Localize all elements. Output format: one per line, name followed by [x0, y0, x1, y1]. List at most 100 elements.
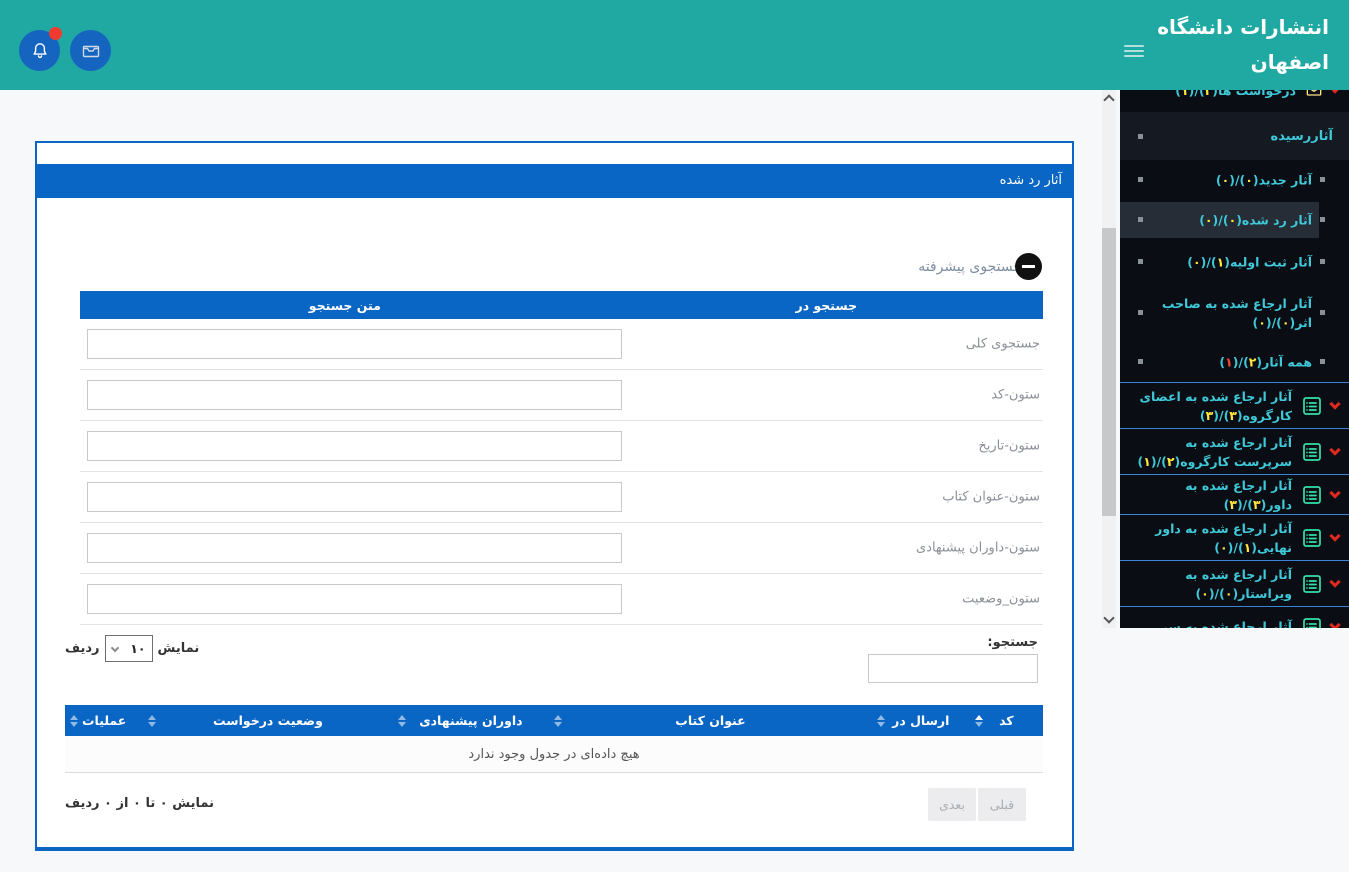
page-size-select[interactable]: ۱۰	[104, 635, 153, 662]
chevron-down-icon	[1329, 529, 1341, 542]
previous-page-button[interactable]: قبلی	[978, 788, 1026, 821]
sidebar-item[interactable]: آثار ارجاع شده به داور نهایی(۱)/(۰)	[1120, 514, 1349, 560]
advanced-search-table-header: جستجو در متن جستجو	[80, 291, 1043, 319]
notifications-button[interactable]	[19, 27, 62, 71]
bullet-icon	[1138, 359, 1143, 364]
next-page-button[interactable]: بعدی	[928, 788, 976, 821]
bullet-icon	[1138, 217, 1143, 222]
sort-up-icon	[554, 714, 563, 720]
pagination-info: نمایش ۰ تا ۰ از ۰ ردیف	[65, 796, 214, 811]
column-header-search-text: متن جستجو	[308, 297, 381, 313]
form-row-label: ستون-عنوان کتاب	[942, 489, 1040, 505]
sort-arrows-icon	[876, 714, 885, 727]
table-column-header[interactable]: عملیات	[65, 705, 143, 736]
item-counts: (۲)/(۱)	[1219, 354, 1263, 370]
table-column-label: وضعیت درخواست	[213, 713, 323, 728]
sidebar-scrollbar[interactable]	[1102, 90, 1116, 628]
item-counts: (۳)/(۳)	[1199, 407, 1243, 423]
item-counts: (۱)/(۰)	[1214, 539, 1258, 555]
sort-down-icon	[974, 721, 983, 727]
quick-search-label: جستجو:	[987, 635, 1038, 650]
bullet-icon	[1320, 310, 1325, 315]
item-counts: (۱)/(۰)	[1187, 254, 1230, 270]
sidebar-item[interactable]: آثار ارجاع شده به صاحب اثر(۰)/(۰)	[1120, 284, 1349, 342]
sidebar-item-label: آثار رد شده(۰)/(۰)	[1199, 212, 1312, 228]
bullet-icon	[1138, 177, 1143, 182]
sort-arrows-icon	[148, 714, 157, 727]
sidebar-item-label: آثار ارجاع شده به صاحب اثر(۰)/(۰)	[1161, 296, 1312, 330]
app-root: انتشارات دانشگاه اصفهان درخواست ها(۲)/(۱…	[0, 0, 1349, 872]
sidebar-item-label: آثار ثبت اولیه(۱)/(۰)	[1187, 254, 1312, 270]
sidebar-item-parent[interactable]: آثاررسیده	[1120, 112, 1349, 160]
item-counts: (۰)/(۰)	[1199, 212, 1242, 228]
sidebar-item-label: آثار ارجاع شده به سرپرست کارگروه(۲)/(۱)	[1137, 434, 1292, 469]
sort-down-icon	[876, 721, 885, 727]
search-field-input[interactable]	[87, 533, 622, 563]
list-icon	[1300, 483, 1324, 507]
rows-label: ردیف	[65, 641, 100, 656]
quick-search-input[interactable]	[868, 654, 1038, 683]
sidebar-item-label: درخواست ها(۲)/(۱)	[1126, 90, 1296, 100]
sidebar-item[interactable]: آثار ارجاع شده به داور(۳)/(۳)	[1120, 474, 1349, 514]
envelope-icon	[1304, 90, 1324, 100]
scroll-up-icon[interactable]	[1103, 94, 1115, 106]
bullet-icon	[1320, 359, 1325, 364]
table-column-label: عملیات	[81, 713, 127, 728]
top-header: انتشارات دانشگاه اصفهان	[0, 0, 1349, 90]
results-table-header: کد ارسال در عنوان کتاب داوران پیشنهادی وضعیت…	[65, 705, 1043, 736]
minus-circle-icon[interactable]	[1015, 253, 1042, 280]
sidebar-item[interactable]: همه آثار(۲)/(۱)	[1120, 342, 1349, 382]
notification-badge	[49, 27, 62, 40]
chevron-down-icon	[1329, 618, 1341, 628]
sidebar-item[interactable]: آثار ثبت اولیه(۱)/(۰)	[1120, 240, 1349, 284]
advanced-search-title: جستجوی پیشرفته	[918, 258, 1022, 275]
page-size-control: نمایش ۱۰ ردیف	[65, 635, 199, 662]
scroll-down-icon[interactable]	[1103, 612, 1115, 624]
sidebar-item-selected[interactable]: آثار رد شده(۰)/(۰)	[1120, 200, 1349, 240]
messages-button[interactable]	[70, 30, 111, 71]
bell-icon	[29, 40, 51, 62]
table-column-header[interactable]: داوران پیشنهادی	[393, 705, 549, 736]
sidebar-item[interactable]: آثار ارجاع شده به سرپرست کارگروه(۲)/(۱)	[1120, 428, 1349, 474]
sort-arrows-icon	[554, 714, 563, 727]
search-form-row: ستون-داوران پیشنهادی	[80, 523, 1043, 574]
item-counts: (۰)/(۰)	[1195, 585, 1239, 601]
sidebar-item-label: همه آثار(۲)/(۱)	[1219, 354, 1312, 370]
sort-down-icon	[148, 721, 157, 727]
search-form-row: جستجوی کلی	[80, 319, 1043, 370]
pagination-buttons: قبلی بعدی	[928, 788, 1026, 821]
sort-down-icon	[397, 721, 406, 727]
sidebar-menu: درخواست ها(۲)/(۱) آثاررسیده آثار جدید(۰)/(…	[1120, 90, 1349, 628]
list-icon	[1300, 394, 1324, 418]
sidebar-item[interactable]: آثار ارجاع شده به سر	[1120, 606, 1349, 628]
page-size-value: ۱۰	[130, 641, 146, 656]
sort-up-icon	[876, 714, 885, 720]
sidebar-item[interactable]: آثار ارجاع شده به اعضای کارگروه(۳)/(۳)	[1120, 382, 1349, 428]
page-title: آثار رد شده	[37, 164, 1072, 198]
search-form-row: ستون_وضعیت	[80, 574, 1043, 625]
scrollbar-thumb[interactable]	[1102, 228, 1116, 516]
sidebar-item-label: آثار ارجاع شده به ویراستار(۰)/(۰)	[1185, 566, 1292, 601]
search-field-input[interactable]	[87, 329, 622, 359]
table-column-label: داوران پیشنهادی	[419, 713, 523, 728]
sidebar-item[interactable]: آثار ارجاع شده به ویراستار(۰)/(۰)	[1120, 560, 1349, 606]
table-column-label: کد	[999, 713, 1014, 728]
column-header-search-in: جستجو در	[795, 297, 858, 313]
search-field-input[interactable]	[87, 431, 622, 461]
search-field-input[interactable]	[87, 584, 622, 614]
sidebar-item[interactable]: درخواست ها(۲)/(۱)	[1120, 90, 1349, 112]
search-field-input[interactable]	[87, 482, 622, 512]
sidebar-item[interactable]: آثار جدید(۰)/(۰)	[1120, 160, 1349, 200]
table-column-header[interactable]: کد	[970, 705, 1043, 736]
item-counts: (۲)/(۱)	[1137, 453, 1181, 469]
search-form-row: ستون-کد	[80, 370, 1043, 421]
content-panel: آثار رد شده جستجوی پیشرفته جستجو در متن …	[35, 141, 1074, 851]
quick-search: جستجو:	[868, 635, 1038, 683]
search-field-input[interactable]	[87, 380, 622, 410]
empty-table-message: هیچ داده‌ای در جدول وجود ندارد	[65, 736, 1043, 773]
table-column-header[interactable]: ارسال در	[872, 705, 970, 736]
table-column-header[interactable]: عنوان کتاب	[549, 705, 872, 736]
hamburger-icon[interactable]	[1124, 42, 1144, 60]
sort-up-icon	[397, 714, 406, 720]
table-column-header[interactable]: وضعیت درخواست	[143, 705, 392, 736]
